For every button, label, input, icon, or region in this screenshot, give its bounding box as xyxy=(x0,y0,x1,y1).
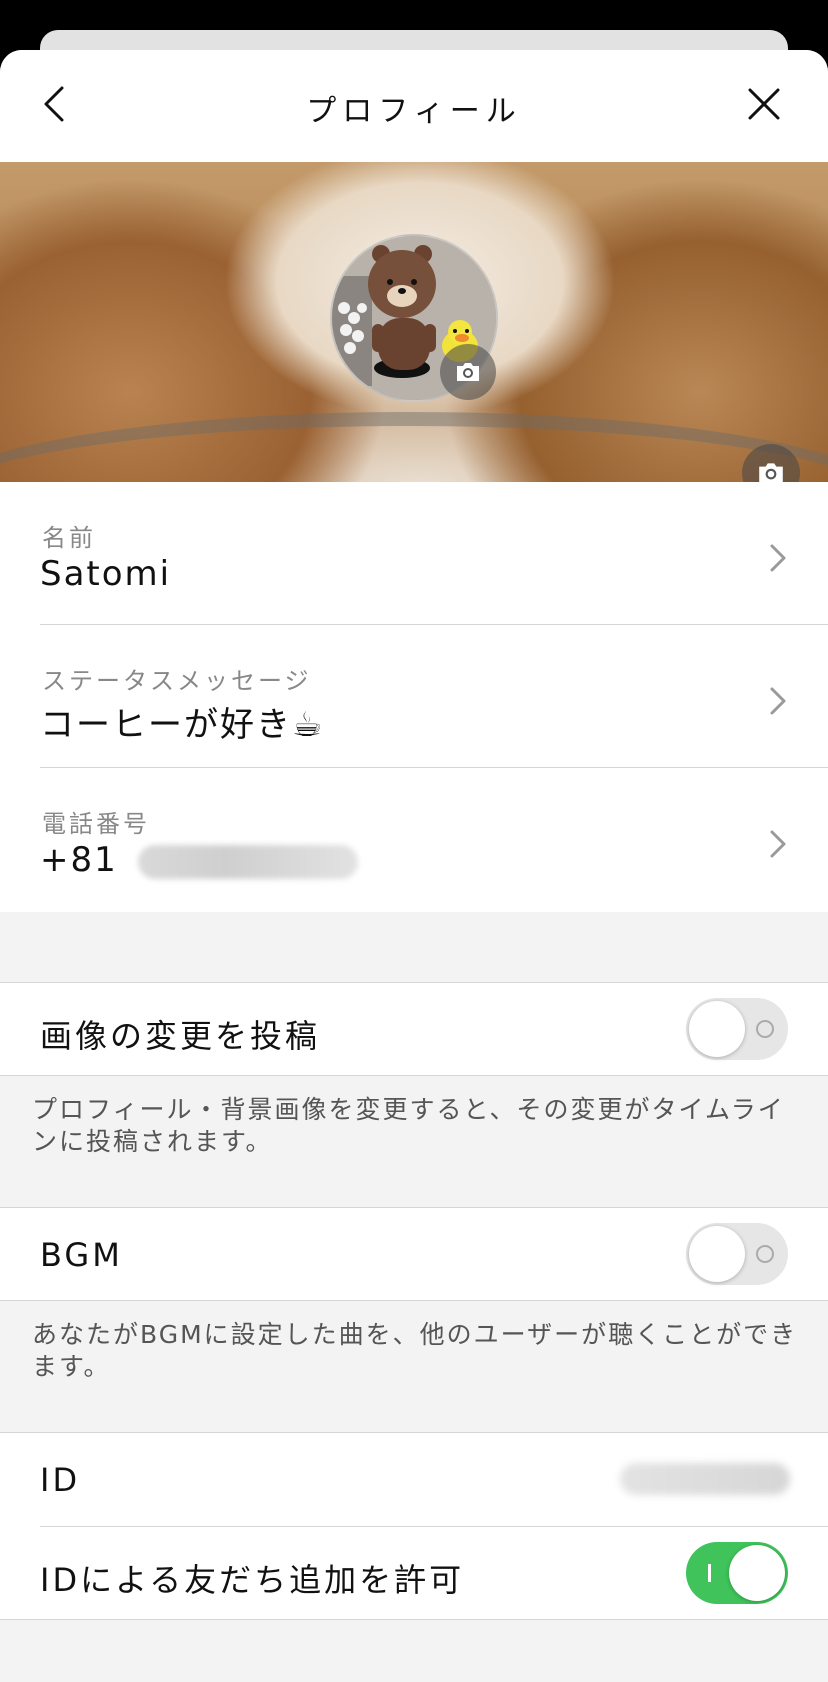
cover-photo[interactable] xyxy=(0,162,828,482)
id-value-redacted xyxy=(620,1463,790,1495)
status-message-value: コーヒーが好き☕ xyxy=(40,705,325,745)
toggle-knob xyxy=(689,1001,745,1057)
page-title: プロフィール xyxy=(306,94,522,129)
chevron-right-icon xyxy=(770,544,786,572)
phone-number-label: 電話番号 xyxy=(42,810,150,838)
id-label: ID xyxy=(40,1461,81,1499)
header: プロフィール xyxy=(0,50,828,162)
allow-add-by-id-toggle[interactable] xyxy=(686,1542,788,1604)
chevron-right-icon xyxy=(770,830,786,858)
post-image-change-section: 画像の変更を投稿 xyxy=(0,982,828,1076)
status-message-label: ステータスメッセージ xyxy=(42,667,312,695)
camera-icon xyxy=(457,363,479,381)
phone-number-row[interactable]: 電話番号 +81 xyxy=(0,768,828,911)
phone-country-code: +81 xyxy=(40,840,118,880)
post-image-change-note: プロフィール・背景画像を変更すると、その変更がタイムラインに投稿されます。 xyxy=(32,1095,785,1156)
bgm-row: BGM xyxy=(0,1208,828,1300)
bgm-section: BGM xyxy=(0,1207,828,1301)
post-image-change-label: 画像の変更を投稿 xyxy=(40,1017,321,1055)
chevron-right-icon xyxy=(770,687,786,715)
cup-rim xyxy=(0,412,828,482)
allow-add-by-id-row: IDによる友だち追加を許可 xyxy=(0,1527,828,1619)
toggle-off-indicator xyxy=(756,1245,774,1263)
name-row[interactable]: 名前 Satomi xyxy=(0,482,828,625)
phone-number-redacted xyxy=(137,844,358,879)
post-image-change-toggle[interactable] xyxy=(686,998,788,1060)
avatar-camera-button[interactable] xyxy=(440,344,496,400)
bgm-note: あなたがBGMに設定した曲を、他のユーザーが聴くことができます。 xyxy=(32,1320,798,1381)
id-section: ID IDによる友だち追加を許可 xyxy=(0,1432,828,1620)
camera-icon xyxy=(759,463,783,482)
allow-add-by-id-label: IDによる友だち追加を許可 xyxy=(40,1561,465,1599)
profile-info-list: 名前 Satomi ステータスメッセージ コーヒーが好き☕ 電話番号 +81 xyxy=(0,482,828,912)
close-icon[interactable] xyxy=(744,84,784,124)
phone-number-value: +81 xyxy=(40,840,358,880)
toggle-knob xyxy=(689,1226,745,1282)
toggle-off-indicator xyxy=(756,1020,774,1038)
name-label: 名前 xyxy=(42,524,96,552)
profile-sheet: プロフィール 名前 Satomi ステータスメッセージ コーヒーが好き☕ 電話番… xyxy=(0,50,828,1682)
toggle-on-indicator xyxy=(708,1564,711,1582)
status-message-row[interactable]: ステータスメッセージ コーヒーが好き☕ xyxy=(0,625,828,768)
bgm-toggle[interactable] xyxy=(686,1223,788,1285)
post-image-change-row: 画像の変更を投稿 xyxy=(0,983,828,1075)
toggle-knob xyxy=(729,1545,785,1601)
id-row[interactable]: ID xyxy=(0,1433,828,1525)
name-value: Satomi xyxy=(40,554,172,594)
bgm-label: BGM xyxy=(40,1236,123,1274)
